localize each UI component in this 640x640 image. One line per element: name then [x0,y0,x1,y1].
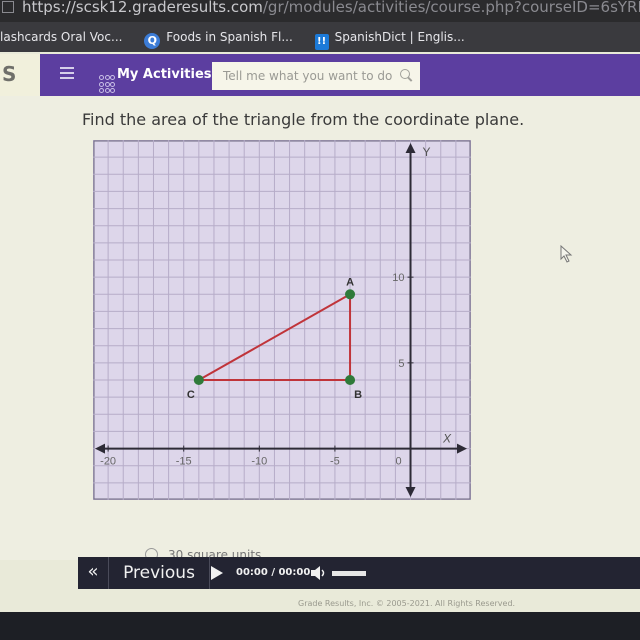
time-separator: / [271,567,275,578]
x-tick-label: -15 [176,456,192,468]
plane-background [93,140,471,500]
screen-bezel [0,612,640,640]
my-activities-link[interactable]: My Activities [99,64,212,93]
address-bar[interactable]: https://scsk12.graderesults.com/gr/modul… [0,0,640,22]
back-button[interactable]: « [78,557,109,589]
question-text: Find the area of the triangle from the c… [82,110,525,129]
search-icon[interactable] [400,69,410,79]
x-tick-label: -5 [330,456,340,468]
my-activities-label: My Activities [117,67,212,82]
quizlet-icon: Q [144,33,161,49]
top-navbar: S My Activities Tell me what you want to… [0,54,640,96]
time-display: 00:00 / 00:00 [236,557,310,589]
bookmarks-bar: lashcards Oral Voc... Q Foods in Spanish … [0,22,640,52]
point-B [345,375,356,385]
menu-icon[interactable] [60,67,74,81]
url-host: https://scsk12.graderesults.com [22,0,263,16]
volume-slider[interactable] [332,571,366,576]
url-path: /gr/modules/activities/course.php?course… [262,0,640,16]
y-axis-label: Y [423,145,431,159]
copyright-footer: Grade Results, Inc. © 2005-2021. All Rig… [298,599,516,608]
y-tick-label: 5 [398,358,404,370]
previous-button[interactable]: Previous [109,557,210,589]
bookmark-label: SpanishDict | Englis... [334,30,465,44]
point-label-C: C [187,389,195,401]
play-icon[interactable] [211,566,223,580]
point-label-B: B [354,389,362,401]
spanishdict-icon: !! [314,34,329,50]
x-tick-label: 0 [395,456,401,468]
apps-grid-icon [99,75,115,93]
mouse-cursor-icon [560,245,573,263]
search-placeholder: Tell me what you want to do [223,69,393,83]
bookmark-foods-spanish[interactable]: Q Foods in Spanish Fl... [144,22,293,52]
bookmark-spanishdict[interactable]: !! SpanishDict | Englis... [314,22,465,52]
bookmark-label: lashcards Oral Voc... [0,30,123,44]
point-A [345,289,356,300]
x-tick-label: -10 [251,456,267,468]
logo[interactable]: S [0,54,40,96]
page-icon [2,1,14,13]
point-C [193,375,204,385]
coordinate-plane: X Y -20 -15 -10 -5 0 5 10 A B C [93,140,471,500]
total-time: 00:00 [278,567,311,578]
point-label-A: A [346,276,354,288]
audio-player-bar: « Previous 00:00 / 00:00 [78,557,640,589]
x-tick-label: -20 [100,456,116,468]
y-tick-label: 10 [392,272,404,284]
search-input[interactable]: Tell me what you want to do [212,62,420,90]
x-axis-label: X [442,432,452,446]
volume-icon[interactable] [311,566,327,580]
bookmark-flashcards[interactable]: lashcards Oral Voc... [0,22,122,52]
current-time: 00:00 [236,567,268,578]
bookmark-label: Foods in Spanish Fl... [166,30,293,44]
